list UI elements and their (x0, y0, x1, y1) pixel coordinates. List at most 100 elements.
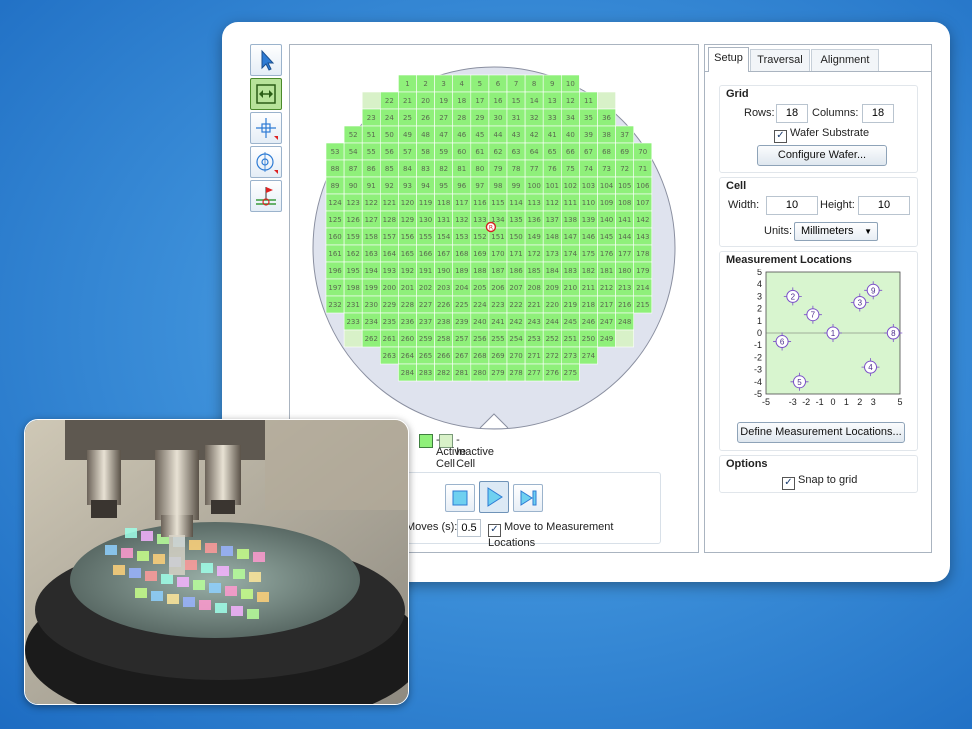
wafer-cell-number: 145 (600, 233, 613, 241)
tab-setup[interactable]: Setup (708, 47, 749, 72)
wafer-cell-number: 140 (600, 216, 613, 224)
wafer-cell-number: 125 (328, 216, 341, 224)
wafer-cell-number: 12 (566, 97, 575, 105)
wafer-cell[interactable] (615, 329, 635, 348)
wafer-cell-number: 205 (473, 284, 486, 292)
wafer-cell-number: 158 (365, 233, 378, 241)
wafer-cell-number: 80 (475, 165, 484, 173)
wafer-cell-number: 239 (455, 318, 468, 326)
inactive-cell-label: - Inactive Cell (456, 434, 494, 470)
select-tool-button[interactable] (250, 44, 282, 76)
wafer-cell[interactable] (597, 91, 616, 110)
crosshair-tool-button[interactable] (250, 112, 282, 144)
wafer-cell[interactable] (361, 91, 381, 110)
wafer-cell-number: 18 (457, 97, 466, 105)
wafer-cell-number: 78 (512, 165, 521, 173)
wafer-cell-number: 246 (582, 318, 596, 326)
wafer-cell-number: 51 (367, 131, 376, 139)
wafer-cell-number: 114 (509, 199, 523, 207)
height-input[interactable]: 10 (858, 196, 910, 215)
wafer-cell-number: 120 (401, 199, 414, 207)
rows-input[interactable]: 18 (776, 104, 808, 123)
wafer-cell-number: 148 (546, 233, 559, 241)
wafer-cell-number: 220 (546, 301, 559, 309)
measurement-point-label: 5 (797, 378, 802, 387)
wafer-substrate-checkbox[interactable]: ✓ Wafer Substrate (774, 127, 869, 143)
configure-wafer-button[interactable]: Configure Wafer... (757, 145, 887, 166)
wafer-cell-number: 142 (636, 216, 649, 224)
wafer-cell-number: 190 (437, 267, 450, 275)
pointer-icon (261, 49, 275, 71)
wafer-cell-number: 150 (509, 233, 522, 241)
wafer-cell-number: 41 (548, 131, 557, 139)
wafer-cell-number: 39 (584, 131, 593, 139)
wafer-cell[interactable] (343, 329, 363, 348)
width-input[interactable]: 10 (766, 196, 818, 215)
wafer-substrate-label: Wafer Substrate (790, 127, 870, 139)
wafer-map[interactable]: 1 2 3 4 5 6 7 8 9 1022 21 20 19 18 17 16 15 14 13 12 1123 24 2… (290, 45, 698, 445)
wafer-cell-number: 102 (564, 182, 577, 190)
step-button[interactable] (513, 484, 543, 512)
define-measurement-locations-button[interactable]: Define Measurement Locations... (737, 422, 905, 443)
wafer-cell-number: 234 (365, 318, 379, 326)
microscope-wafer-photo (24, 419, 409, 705)
wafer-cell-number: 141 (618, 216, 631, 224)
wafer-cell-number: 284 (401, 369, 415, 377)
wafer-cell-number: 73 (602, 165, 611, 173)
wafer-cell-number: 282 (437, 369, 450, 377)
chart-y-tick-label: 5 (757, 269, 762, 277)
wafer-cell-number: 103 (582, 182, 595, 190)
wafer-cell-number: 8 (532, 80, 536, 88)
cell-legend: - Active Cell - Inactive Cell (419, 434, 494, 470)
wafer-cell-number: 136 (527, 216, 541, 224)
units-label: Units: (764, 225, 793, 237)
wafer-cell-number: 106 (636, 182, 650, 190)
wafer-cell-number: 27 (439, 114, 448, 122)
move-checkbox-mark[interactable]: ✓ (488, 524, 501, 537)
measurement-point-label: 3 (858, 299, 863, 308)
wafer-cell-number: 170 (491, 250, 504, 258)
width-label: Width: (728, 199, 760, 211)
wafer-cell-number: 244 (546, 318, 560, 326)
flag-icon (256, 187, 276, 206)
columns-input[interactable]: 18 (862, 104, 894, 123)
pan-tool-button[interactable] (250, 78, 282, 110)
wafer-checkbox-mark[interactable]: ✓ (774, 130, 787, 143)
columns-label: Columns: (812, 107, 859, 119)
wafer-cell-number: 211 (582, 284, 595, 292)
wafer-cell-number: 281 (455, 369, 468, 377)
wafer-cell-number: 154 (437, 233, 451, 241)
wafer-cell-number: 212 (600, 284, 613, 292)
measurement-title: Measurement Locations (726, 254, 852, 266)
wafer-cell-number: 187 (491, 267, 504, 275)
wafer-cell-number: 36 (602, 114, 611, 122)
rows-label: Rows: (744, 107, 775, 119)
target-tool-button[interactable] (250, 146, 282, 178)
wafer-cell-number: 21 (403, 97, 412, 105)
wafer-cell-number: 94 (421, 182, 430, 190)
wafer-cell-number: 204 (455, 284, 469, 292)
wafer-cell-number: 43 (512, 131, 521, 139)
wafer-cell-number: 6 (496, 80, 501, 88)
wafer-cell-number: 237 (419, 318, 432, 326)
wafer-cell-number: 139 (582, 216, 595, 224)
snap-checkbox-mark[interactable]: ✓ (782, 477, 795, 490)
wafer-cell-number: 84 (403, 165, 412, 173)
wafer-cell-number: 183 (564, 267, 577, 275)
wafer-cell-number: 276 (546, 369, 560, 377)
measurement-locations-chart[interactable]: -5 -3 -2 -1 0 1 2 3 5543210-1-2-3-4-5123456789 (746, 269, 906, 414)
stop-button[interactable] (445, 484, 475, 512)
tab-alignment[interactable]: Alignment (811, 49, 879, 71)
tab-traversal[interactable]: Traversal (750, 49, 810, 71)
moves-input[interactable]: 0.5 (457, 519, 481, 537)
wafer-cell-number: 126 (346, 216, 360, 224)
units-select[interactable]: Millimeters ▼ (794, 222, 878, 241)
wafer-cell-number: 203 (437, 284, 450, 292)
snap-to-grid-checkbox[interactable]: ✓ Snap to grid (782, 474, 857, 490)
wafer-cell-number: 214 (636, 284, 650, 292)
play-button[interactable] (479, 481, 509, 513)
wafer-cell-number: 232 (328, 301, 341, 309)
wafer-cell-number: 199 (365, 284, 378, 292)
reference-flag-tool-button[interactable] (250, 180, 282, 212)
move-to-locations-checkbox[interactable]: ✓ Move to Measurement Locations (488, 521, 660, 549)
